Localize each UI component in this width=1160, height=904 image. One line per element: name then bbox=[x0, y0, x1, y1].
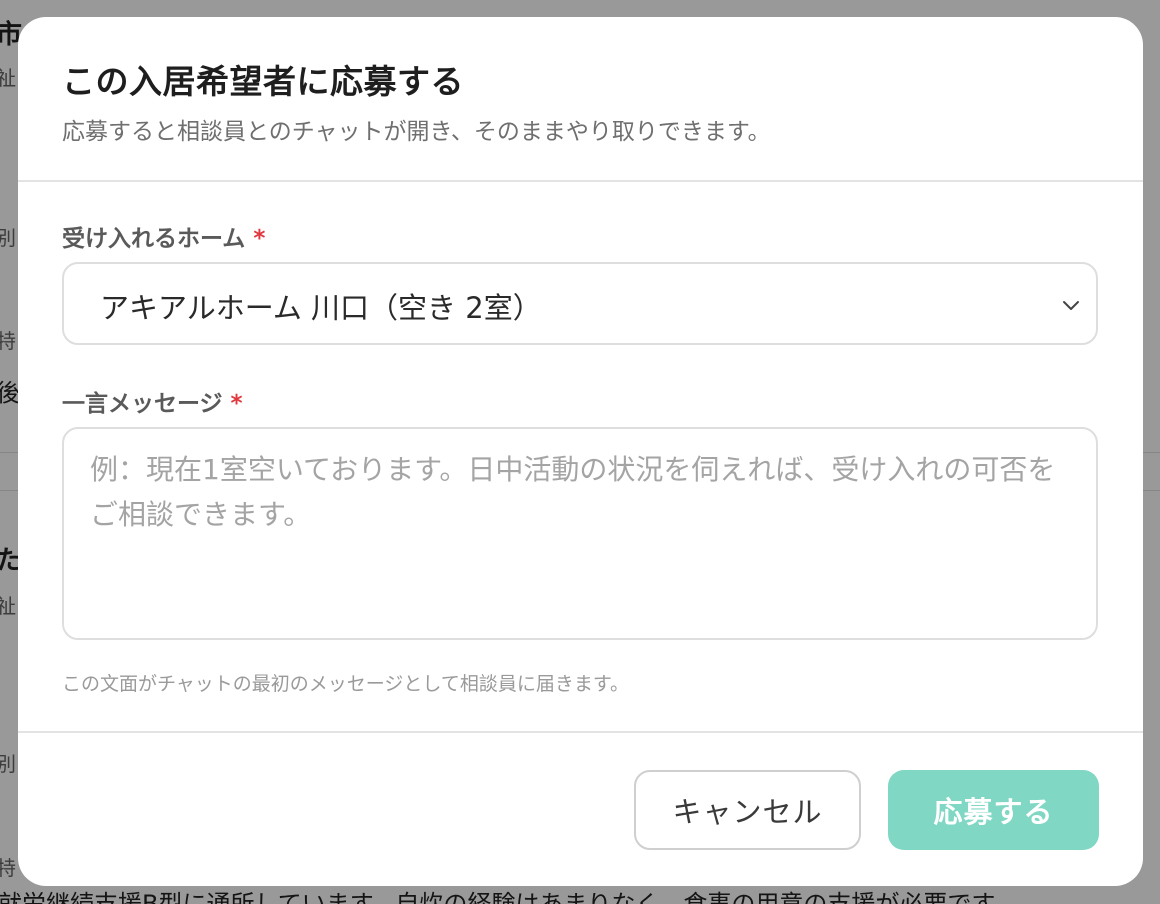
home-field-label: 受け入れるホーム * bbox=[62, 219, 265, 253]
dialog-header: この入居希望者に応募する 応募すると相談員とのチャットが開き、そのままやり取りで… bbox=[18, 17, 1143, 182]
home-select-value: アキアルホーム 川口（空き 2室） bbox=[100, 291, 542, 325]
home-label-text: 受け入れるホーム bbox=[62, 226, 246, 252]
message-textarea[interactable]: 例：現在1室空いております。日中活動の状況を伺えれば、受け入れの可否をご相談でき… bbox=[62, 427, 1098, 640]
dialog-title: この入居希望者に応募する bbox=[62, 62, 464, 101]
chevron-down-icon bbox=[1063, 301, 1079, 310]
dialog-subtitle: 応募すると相談員とのチャットが開き、そのままやり取りできます。 bbox=[62, 119, 771, 145]
home-select[interactable]: アキアルホーム 川口（空き 2室） bbox=[62, 262, 1098, 345]
required-mark: * bbox=[253, 226, 266, 252]
required-mark: * bbox=[230, 391, 243, 417]
message-hint: この文面がチャットの最初のメッセージとして相談員に届きます。 bbox=[62, 673, 629, 695]
apply-dialog: この入居希望者に応募する 応募すると相談員とのチャットが開き、そのままやり取りで… bbox=[18, 17, 1143, 886]
message-placeholder: 例：現在1室空いております。日中活動の状況を伺えれば、受け入れの可否をご相談でき… bbox=[90, 453, 1056, 531]
cancel-button[interactable]: キャンセル bbox=[634, 770, 861, 850]
message-label-text: 一言メッセージ bbox=[62, 391, 223, 417]
message-field-label: 一言メッセージ * bbox=[62, 384, 243, 418]
apply-button[interactable]: 応募する bbox=[888, 770, 1099, 850]
footer-divider bbox=[18, 731, 1143, 733]
